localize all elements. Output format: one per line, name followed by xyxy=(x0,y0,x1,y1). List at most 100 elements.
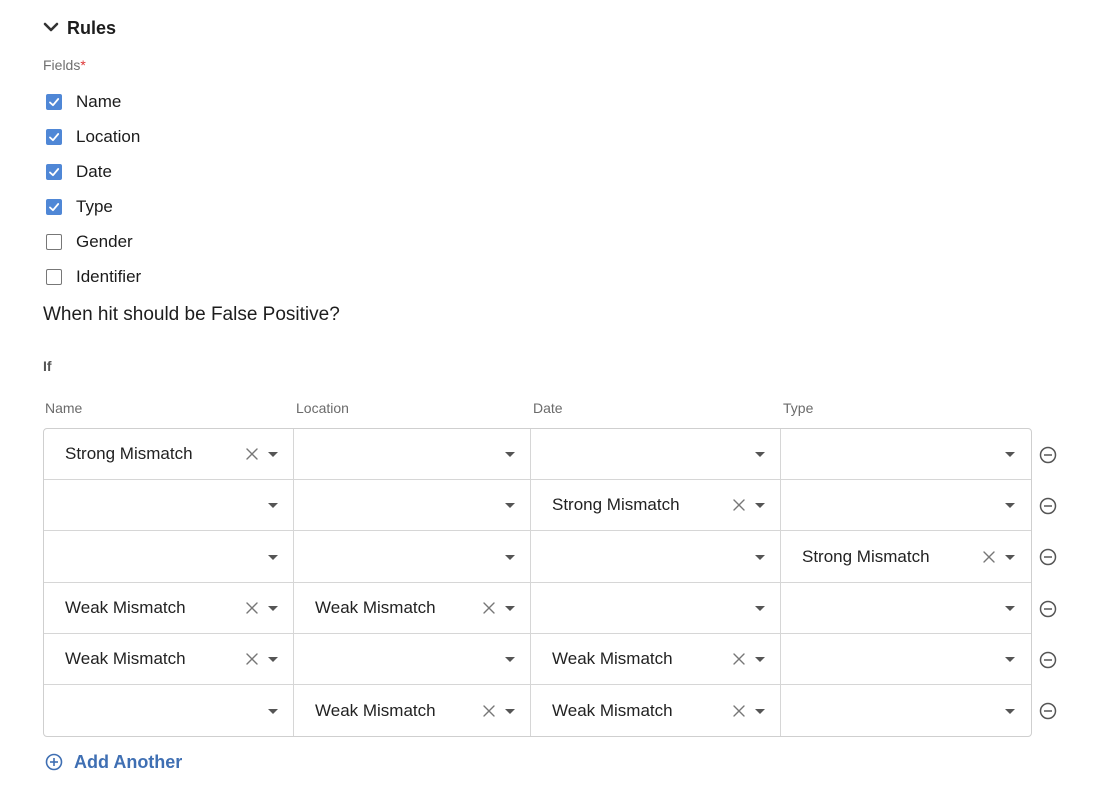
remove-row-icon[interactable] xyxy=(1038,599,1058,619)
date-select[interactable]: Weak Mismatch xyxy=(531,634,781,684)
location-select[interactable] xyxy=(294,429,531,479)
date-select[interactable]: Strong Mismatch xyxy=(531,480,781,530)
location-select[interactable] xyxy=(294,480,531,530)
type-select[interactable] xyxy=(781,480,1031,530)
if-label: If xyxy=(43,358,52,374)
rule-row: Weak Mismatch Weak Mismatch xyxy=(44,634,1031,685)
column-header-type: Type xyxy=(783,400,814,416)
fields-label-text: Fields xyxy=(43,57,81,73)
field-checkbox-identifier[interactable]: Identifier xyxy=(46,259,141,294)
location-select[interactable]: Weak Mismatch xyxy=(294,583,531,633)
clear-icon[interactable] xyxy=(245,447,259,461)
dropdown-caret-icon[interactable] xyxy=(268,657,278,662)
date-select[interactable]: Weak Mismatch xyxy=(531,685,781,736)
date-select[interactable] xyxy=(531,531,781,582)
field-checkbox-location[interactable]: Location xyxy=(46,119,141,154)
dropdown-caret-icon[interactable] xyxy=(1005,657,1015,662)
remove-row-icon[interactable] xyxy=(1038,547,1058,567)
column-header-date: Date xyxy=(533,400,563,416)
select-value: Strong Mismatch xyxy=(802,546,930,566)
location-select[interactable]: Weak Mismatch xyxy=(294,685,531,736)
rule-row: Strong Mismatch xyxy=(44,429,1031,480)
remove-row-icon[interactable] xyxy=(1038,650,1058,670)
clear-icon[interactable] xyxy=(732,498,746,512)
checkbox[interactable] xyxy=(46,268,62,285)
select-value: Weak Mismatch xyxy=(65,598,186,617)
name-select[interactable]: Strong Mismatch xyxy=(44,429,294,479)
dropdown-caret-icon[interactable] xyxy=(505,657,515,662)
chevron-down-icon[interactable] xyxy=(43,20,59,36)
dropdown-caret-icon[interactable] xyxy=(1005,708,1015,714)
checkbox-label: Type xyxy=(76,196,113,216)
type-select[interactable] xyxy=(781,429,1031,479)
dropdown-caret-icon[interactable] xyxy=(505,554,515,560)
remove-row-icon[interactable] xyxy=(1038,701,1058,721)
field-checkbox-date[interactable]: Date xyxy=(46,154,141,189)
remove-row-icon[interactable] xyxy=(1038,445,1058,465)
type-select[interactable] xyxy=(781,583,1031,633)
false-positive-question: When hit should be False Positive? xyxy=(43,304,340,325)
name-select[interactable] xyxy=(44,685,294,736)
checkbox-label: Date xyxy=(76,161,112,181)
clear-icon[interactable] xyxy=(732,652,746,666)
dropdown-caret-icon[interactable] xyxy=(755,554,765,560)
dropdown-caret-icon[interactable] xyxy=(505,606,515,611)
clear-icon[interactable] xyxy=(482,704,496,718)
dropdown-caret-icon[interactable] xyxy=(1005,554,1015,560)
dropdown-caret-icon[interactable] xyxy=(505,452,515,457)
checkmark-icon xyxy=(49,132,60,141)
checkbox[interactable] xyxy=(46,128,62,145)
add-another-button[interactable]: Add Another xyxy=(45,751,182,773)
dropdown-caret-icon[interactable] xyxy=(755,452,765,457)
remove-row-icon[interactable] xyxy=(1038,496,1058,516)
dropdown-caret-icon[interactable] xyxy=(268,708,278,714)
checkbox[interactable] xyxy=(46,198,62,215)
name-select[interactable]: Weak Mismatch xyxy=(44,634,294,684)
dropdown-caret-icon[interactable] xyxy=(755,606,765,611)
date-select[interactable] xyxy=(531,583,781,633)
name-select[interactable] xyxy=(44,531,294,582)
dropdown-caret-icon[interactable] xyxy=(755,503,765,508)
name-select[interactable] xyxy=(44,480,294,530)
dropdown-caret-icon[interactable] xyxy=(505,708,515,714)
date-select[interactable] xyxy=(531,429,781,479)
dropdown-caret-icon[interactable] xyxy=(268,503,278,508)
fields-label: Fields* xyxy=(43,57,86,73)
clear-icon[interactable] xyxy=(732,704,746,718)
clear-icon[interactable] xyxy=(482,601,496,615)
checkbox-label: Gender xyxy=(76,231,133,251)
select-value: Weak Mismatch xyxy=(552,700,673,720)
checkbox-label: Location xyxy=(76,126,141,146)
type-select[interactable] xyxy=(781,634,1031,684)
dropdown-caret-icon[interactable] xyxy=(268,452,278,457)
dropdown-caret-icon[interactable] xyxy=(1005,503,1015,508)
location-select[interactable] xyxy=(294,531,531,582)
plus-circle-icon xyxy=(45,753,63,771)
location-select[interactable] xyxy=(294,634,531,684)
checkbox[interactable] xyxy=(46,163,62,180)
dropdown-caret-icon[interactable] xyxy=(268,554,278,560)
dropdown-caret-icon[interactable] xyxy=(268,606,278,611)
checkbox[interactable] xyxy=(46,93,62,110)
type-select[interactable]: Strong Mismatch xyxy=(781,531,1031,582)
dropdown-caret-icon[interactable] xyxy=(1005,452,1015,457)
select-value: Weak Mismatch xyxy=(552,649,673,668)
dropdown-caret-icon[interactable] xyxy=(1005,606,1015,611)
dropdown-caret-icon[interactable] xyxy=(755,708,765,714)
type-select[interactable] xyxy=(781,685,1031,736)
field-checkbox-name[interactable]: Name xyxy=(46,84,141,119)
field-checkbox-type[interactable]: Type xyxy=(46,189,141,224)
select-value: Weak Mismatch xyxy=(315,598,436,617)
clear-icon[interactable] xyxy=(245,652,259,666)
dropdown-caret-icon[interactable] xyxy=(505,503,515,508)
select-value: Weak Mismatch xyxy=(65,649,186,668)
clear-icon[interactable] xyxy=(245,601,259,615)
checkbox[interactable] xyxy=(46,233,62,250)
clear-icon[interactable] xyxy=(982,550,996,564)
field-checkbox-gender[interactable]: Gender xyxy=(46,224,141,259)
dropdown-caret-icon[interactable] xyxy=(755,657,765,662)
checkbox-label: Name xyxy=(76,91,122,111)
rule-row: Strong Mismatch xyxy=(44,531,1031,583)
rules-section-header[interactable]: Rules xyxy=(43,14,116,42)
name-select[interactable]: Weak Mismatch xyxy=(44,583,294,633)
